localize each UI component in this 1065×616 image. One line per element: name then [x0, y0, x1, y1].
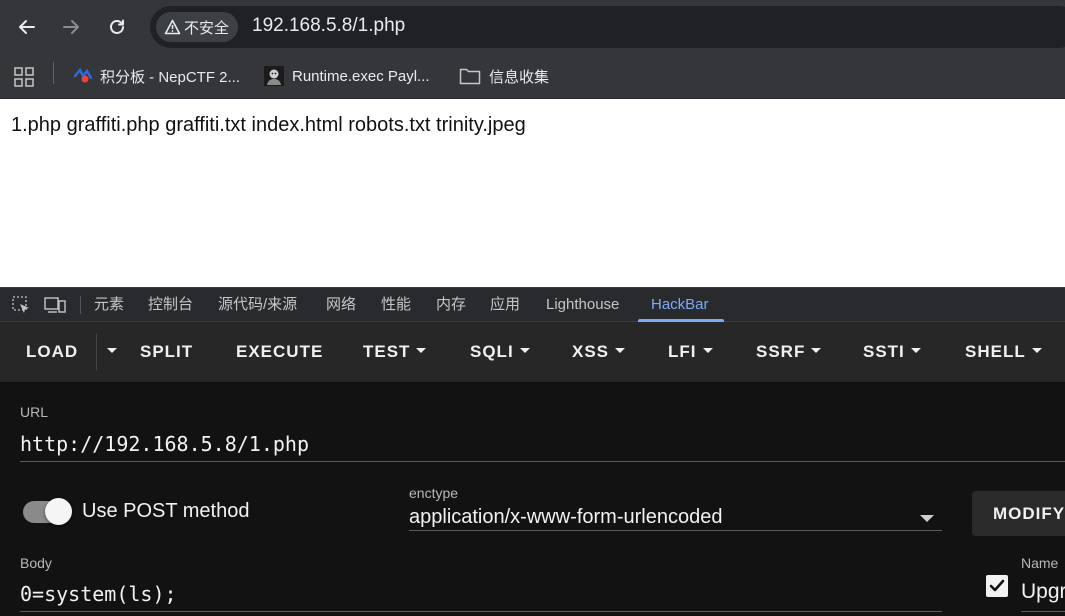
- caret-down-icon: [519, 348, 530, 354]
- inspect-cursor-icon: [12, 296, 29, 313]
- ssti-menu[interactable]: SSTI: [863, 322, 921, 382]
- body-label: Body: [20, 555, 52, 571]
- checkmark-icon: [989, 579, 1005, 592]
- bookmark-folder-info[interactable]: 信息收集: [459, 63, 549, 89]
- sqli-label: SQLI: [470, 342, 514, 361]
- security-label: 不安全: [184, 19, 230, 37]
- enctype-dropdown-icon[interactable]: [920, 515, 934, 522]
- url-input-underline: [20, 461, 1065, 462]
- xss-label: XSS: [572, 342, 610, 361]
- devtools-divider: [80, 296, 81, 314]
- modify-header-button[interactable]: MODIFY: [972, 491, 1065, 536]
- nepctf-favicon: [74, 68, 92, 84]
- back-button[interactable]: [11, 11, 43, 43]
- lfi-menu[interactable]: LFI: [668, 322, 713, 382]
- bookmark-label: Runtime.exec Payl...: [292, 67, 430, 85]
- caret-down-icon: [702, 348, 713, 354]
- url-input[interactable]: http://192.168.5.8/1.php: [20, 432, 309, 456]
- arrow-left-icon: [19, 20, 35, 34]
- tab-performance[interactable]: 性能: [381, 288, 411, 322]
- header-name-label: Name: [1021, 555, 1059, 571]
- shell-menu[interactable]: SHELL: [965, 322, 1042, 382]
- test-label: TEST: [363, 342, 411, 361]
- body-input-underline: [20, 611, 942, 612]
- hackbar-menu: LOAD SPLIT EXECUTE TEST SQLI XSS LFI SSR…: [0, 322, 1065, 382]
- ssti-label: SSTI: [863, 342, 905, 361]
- bookmarks-bar: 积分板 - NepCTF 2... Runtime.exec Payl... 信…: [0, 54, 1065, 99]
- post-toggle-thumb[interactable]: [45, 498, 72, 525]
- caret-down-icon: [107, 348, 117, 354]
- body-input[interactable]: 0=system(ls);: [20, 582, 177, 606]
- tab-lighthouse[interactable]: Lighthouse: [546, 288, 619, 322]
- reload-icon: [110, 19, 124, 34]
- bookmark-label: 信息收集: [489, 68, 550, 86]
- ssrf-label: SSRF: [756, 342, 806, 361]
- lfi-label: LFI: [668, 342, 697, 361]
- tab-hackbar[interactable]: HackBar: [651, 288, 709, 322]
- header-name-input[interactable]: Upgr: [1021, 580, 1065, 604]
- url-label: URL: [20, 404, 49, 420]
- device-toolbar-button[interactable]: [44, 295, 66, 315]
- caret-down-icon: [910, 348, 921, 354]
- bookmark-nepctf[interactable]: 积分板 - NepCTF 2...: [74, 63, 240, 89]
- forward-button[interactable]: [55, 11, 87, 43]
- enctype-underline: [409, 530, 942, 531]
- load-button[interactable]: LOAD: [26, 322, 78, 382]
- load-dropdown-button[interactable]: [101, 322, 117, 382]
- address-url[interactable]: 192.168.5.8/1.php: [252, 15, 405, 37]
- page-viewport: 1.php graffiti.php graffiti.txt index.ht…: [0, 99, 1065, 287]
- bookmark-label: 积分板 - NepCTF 2...: [100, 68, 241, 86]
- test-menu[interactable]: TEST: [363, 322, 427, 382]
- tab-memory[interactable]: 内存: [436, 288, 466, 322]
- arrow-right-icon: [63, 20, 79, 34]
- execute-button[interactable]: EXECUTE: [236, 322, 323, 382]
- header-name-underline: [1021, 611, 1065, 612]
- address-bar[interactable]: 不安全 192.168.5.8/1.php: [150, 6, 1065, 48]
- reload-button[interactable]: [101, 11, 133, 43]
- apps-grid-icon: [14, 67, 34, 87]
- xss-menu[interactable]: XSS: [572, 322, 626, 382]
- runtime-favicon: [264, 66, 284, 86]
- device-mode-icon: [44, 297, 66, 313]
- enctype-label: enctype: [409, 485, 459, 501]
- enctype-select[interactable]: application/x-www-form-urlencoded: [409, 506, 722, 529]
- post-toggle-label: Use POST method: [82, 500, 250, 522]
- split-button[interactable]: SPLIT: [140, 322, 193, 382]
- devtools-tab-strip: 元素 控制台 源代码/来源 网络 性能 内存 应用 Lighthouse Hac…: [0, 287, 1065, 322]
- command-output: 1.php graffiti.php graffiti.txt index.ht…: [11, 114, 526, 136]
- security-chip[interactable]: 不安全: [156, 12, 238, 42]
- load-divider: [96, 334, 97, 370]
- tab-application[interactable]: 应用: [490, 288, 520, 322]
- sqli-menu[interactable]: SQLI: [470, 322, 530, 382]
- ssrf-menu[interactable]: SSRF: [756, 322, 822, 382]
- caret-down-icon: [416, 348, 427, 354]
- shell-label: SHELL: [965, 342, 1026, 361]
- apps-button[interactable]: [14, 64, 34, 90]
- header-enabled-checkbox[interactable]: [986, 575, 1008, 597]
- tab-network[interactable]: 网络: [326, 288, 356, 322]
- folder-icon: [459, 67, 481, 85]
- bookmark-runtime-exec[interactable]: Runtime.exec Payl...: [264, 63, 430, 89]
- warning-icon: [164, 19, 181, 35]
- caret-down-icon: [615, 348, 626, 354]
- tab-elements[interactable]: 元素: [94, 288, 124, 322]
- caret-down-icon: [1031, 348, 1042, 354]
- tab-sources[interactable]: 源代码/来源: [218, 288, 297, 322]
- hackbar-panel: URL http://192.168.5.8/1.php Use POST me…: [0, 382, 1065, 616]
- browser-toolbar: 不安全 192.168.5.8/1.php: [0, 0, 1065, 54]
- tab-console[interactable]: 控制台: [148, 288, 193, 322]
- inspect-element-button[interactable]: [10, 295, 32, 315]
- caret-down-icon: [811, 348, 822, 354]
- bookmarks-divider: [53, 62, 54, 84]
